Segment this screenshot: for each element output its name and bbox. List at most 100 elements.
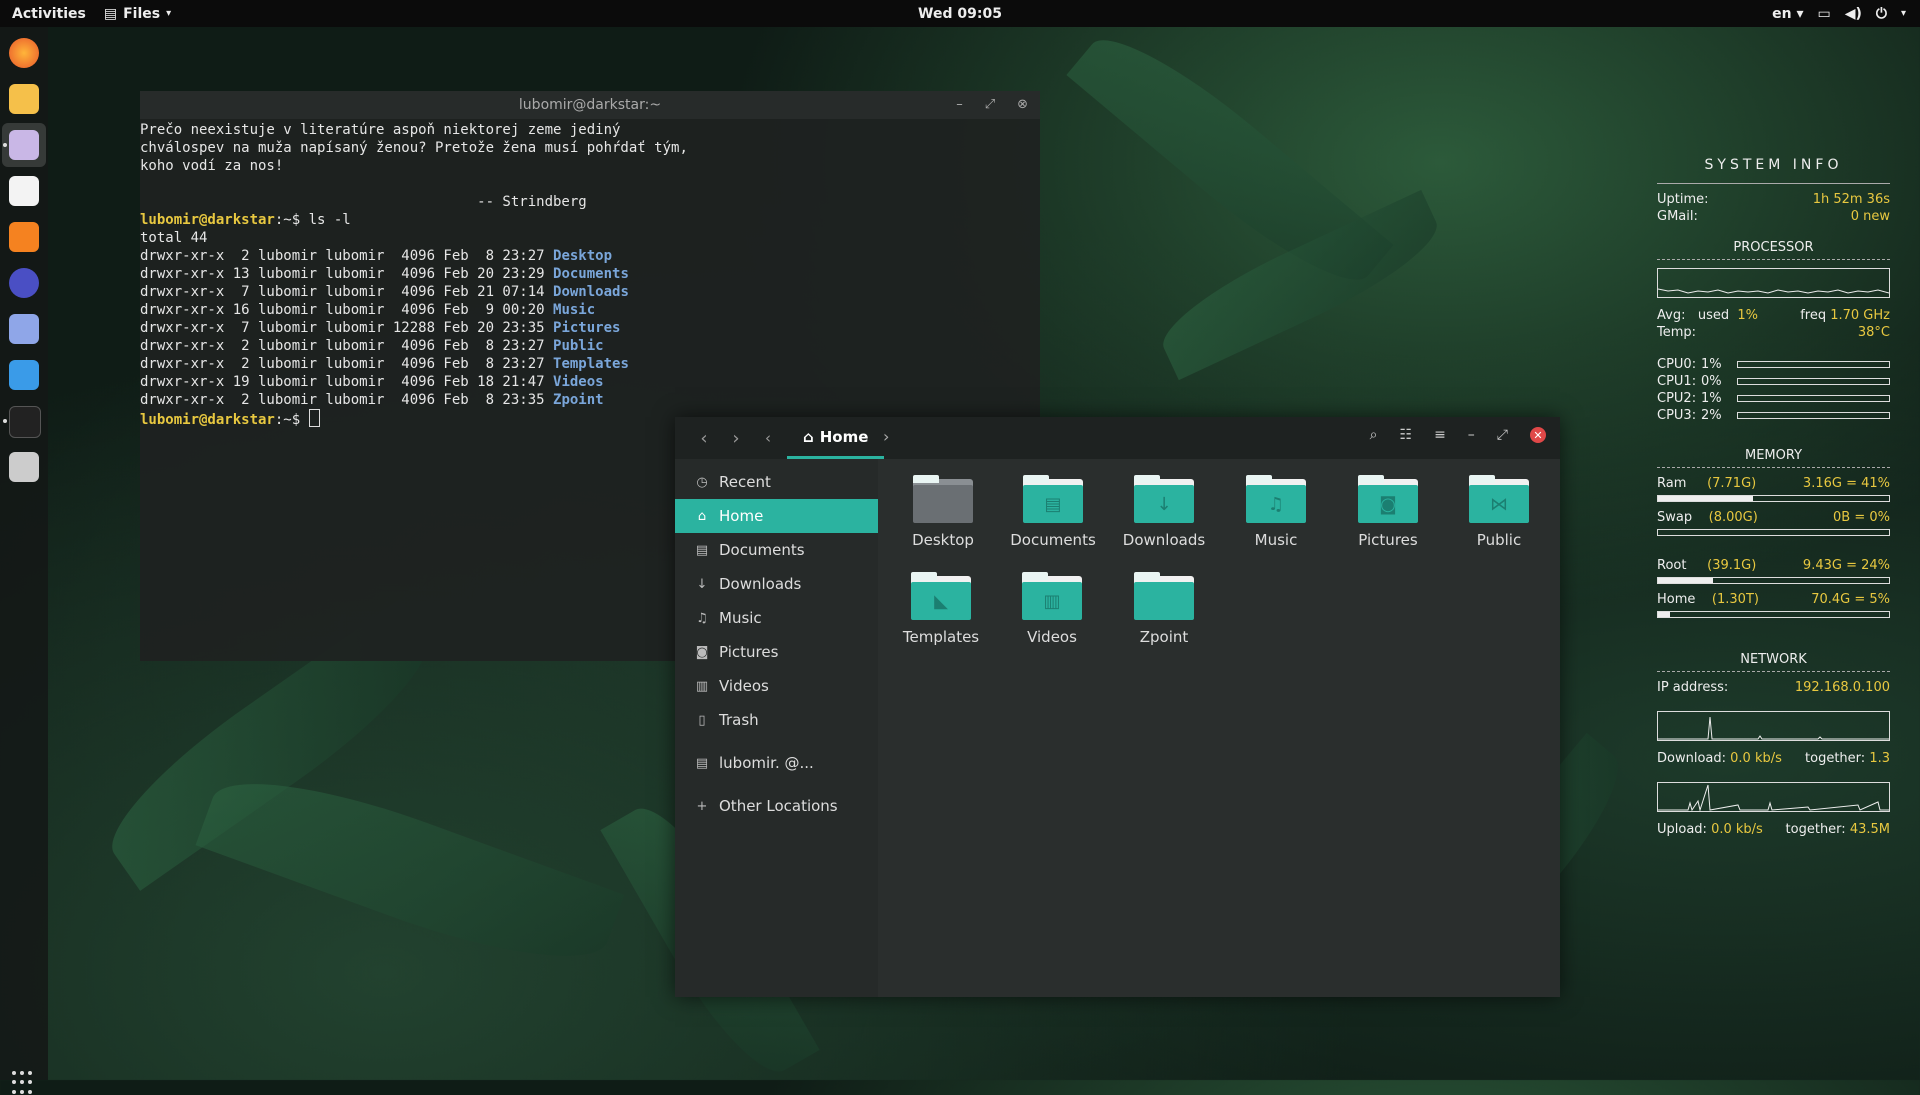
search-icon[interactable]: ⌕ xyxy=(1370,427,1378,443)
root-total: (39.1G) xyxy=(1707,558,1757,573)
files-headerbar[interactable]: ‹ › ‹ ⌂ Home › ⌕ ☷ ≡ – ⤢ ✕ xyxy=(675,417,1560,459)
volume-icon[interactable]: ◀) xyxy=(1845,6,1862,22)
text-editor-icon[interactable] xyxy=(9,314,39,344)
sidebar-item-label: Documents xyxy=(719,541,805,559)
quote-line: koho vodí za nos! xyxy=(140,158,284,174)
disk-utility-icon[interactable] xyxy=(9,452,39,482)
terminal-icon[interactable] xyxy=(9,406,41,438)
cpu-label: CPU1: xyxy=(1657,374,1697,389)
listing-dir: Zpoint xyxy=(553,392,604,408)
folder-label: Zpoint xyxy=(1139,628,1189,646)
folder-zpoint[interactable]: Zpoint xyxy=(1109,572,1219,646)
folder-videos[interactable]: ▥ Videos xyxy=(997,572,1107,646)
back-icon[interactable]: ‹ xyxy=(691,428,717,449)
list-view-icon[interactable]: ☷ xyxy=(1400,427,1413,443)
path-left-icon[interactable]: ‹ xyxy=(755,429,781,447)
download-together-value: 1.3 xyxy=(1869,751,1890,766)
language-indicator[interactable]: en ▾ xyxy=(1772,6,1803,22)
listing-meta: drwxr-xr-x 2 lubomir lubomir 4096 Feb 8 … xyxy=(140,392,554,408)
swap-row: Swap (8.00G) 0B = 0% xyxy=(1657,510,1890,527)
download-row: Download: 0.0 kb/s together: 1.3 xyxy=(1657,751,1890,768)
folder-templates[interactable]: ◣ Templates xyxy=(886,572,996,646)
listing-dir: Music xyxy=(553,302,596,318)
avg-label: Avg: xyxy=(1657,308,1686,323)
folder-icon: ◙ xyxy=(1358,475,1418,523)
terminal-titlebar[interactable]: lubomir@darkstar:~ – ⤢ ⊗ xyxy=(140,91,1040,119)
cpu-pct: 1% xyxy=(1701,357,1722,372)
cpu-bar xyxy=(1737,412,1890,419)
upload-together-label: together: xyxy=(1785,822,1846,837)
folder-icon: ♫ xyxy=(1246,475,1306,523)
folder-public[interactable]: ⋈ Public xyxy=(1444,475,1554,549)
video-player-icon[interactable] xyxy=(9,222,39,252)
sidebar-item-home[interactable]: ⌂ Home xyxy=(675,499,878,533)
swap-label: Swap xyxy=(1657,510,1693,525)
minimize-icon[interactable]: – xyxy=(1468,427,1475,443)
upload-value: 0.0 kb/s xyxy=(1711,822,1763,837)
gmail-row: GMail: 0 new xyxy=(1657,209,1890,226)
folder-pictures[interactable]: ◙ Pictures xyxy=(1333,475,1443,549)
maximize-icon[interactable]: ⤢ xyxy=(1497,427,1508,443)
files-window[interactable]: ‹ › ‹ ⌂ Home › ⌕ ☷ ≡ – ⤢ ✕ ◷ Recent ⌂ Home… xyxy=(675,417,1560,997)
listing-dir: Desktop xyxy=(553,248,613,264)
language-label: en xyxy=(1772,5,1792,22)
sidebar-item-other-locations[interactable]: + Other Locations xyxy=(675,789,878,823)
sidebar-item-network-drive[interactable]: ▤ lubomir. @... xyxy=(675,746,878,780)
home-bar xyxy=(1657,611,1890,618)
home-icon: ⌂ xyxy=(697,508,707,524)
folder-downloads[interactable]: ↓ Downloads xyxy=(1109,475,1219,549)
folder-desktop[interactable]: Desktop xyxy=(888,475,998,549)
close-icon[interactable]: ⊗ xyxy=(1017,97,1028,112)
sidebar-item-label: Home xyxy=(719,507,764,525)
folder-label: Templates xyxy=(902,628,980,646)
cpu-label: CPU2: xyxy=(1657,391,1697,406)
home-label: Home xyxy=(1657,592,1696,607)
root-bar-fill xyxy=(1658,578,1714,583)
folder-documents[interactable]: ▤ Documents xyxy=(998,475,1108,549)
cpu2-row: CPU2: 1% xyxy=(1657,390,1890,407)
breadcrumb-home[interactable]: ⌂ Home xyxy=(787,417,885,459)
minimize-icon[interactable]: – xyxy=(956,97,963,112)
sidebar-item-recent[interactable]: ◷ Recent xyxy=(675,465,878,499)
close-icon[interactable]: ✕ xyxy=(1530,427,1546,443)
chevron-down-icon[interactable]: ▾ xyxy=(1901,8,1906,19)
sidebar-item-videos[interactable]: ▥ Videos xyxy=(675,669,878,703)
uptime-row: Uptime: 1h 52m 36s xyxy=(1657,192,1890,209)
ip-row: IP address: 192.168.0.100 xyxy=(1657,680,1890,697)
sidebar-item-music[interactable]: ♫ Music xyxy=(675,601,878,635)
music-player-icon[interactable] xyxy=(9,176,39,206)
home-total: (1.30T) xyxy=(1711,592,1759,607)
firefox-icon[interactable] xyxy=(9,38,39,68)
path-right-icon[interactable]: › xyxy=(883,427,889,446)
network-title: NETWORK xyxy=(1740,652,1807,667)
folder-icon xyxy=(1134,572,1194,620)
files-app-icon: ▤ xyxy=(103,5,118,22)
app-menu[interactable]: ▤ Files ▾ xyxy=(104,6,171,22)
show-applications-icon[interactable] xyxy=(12,1071,36,1095)
folder-icon: ⋈ xyxy=(1469,475,1529,523)
folder-label: Documents xyxy=(1010,531,1096,549)
trash-icon: ▯ xyxy=(698,712,706,728)
sidebar-item-downloads[interactable]: ↓ Downloads xyxy=(675,567,878,601)
screen-icon[interactable]: ▭ xyxy=(1817,6,1830,22)
download-manager-icon[interactable] xyxy=(9,360,39,390)
forward-icon[interactable]: › xyxy=(723,428,749,449)
sidebar-item-pictures[interactable]: ◙ Pictures xyxy=(675,635,878,669)
activities-button[interactable]: Activities xyxy=(12,6,86,22)
sidebar-item-trash[interactable]: ▯ Trash xyxy=(675,703,878,737)
power-icon[interactable]: ⏻ xyxy=(1876,6,1887,22)
maximize-icon[interactable]: ⤢ xyxy=(985,97,995,112)
upload-label: Upload: xyxy=(1657,822,1707,837)
download-value: 0.0 kb/s xyxy=(1730,751,1782,766)
mail-icon[interactable] xyxy=(9,84,39,114)
menu-icon[interactable]: ≡ xyxy=(1434,427,1446,443)
folder-icon: ▤ xyxy=(1023,475,1083,523)
sidebar-item-documents[interactable]: ▤ Documents xyxy=(675,533,878,567)
folder-music[interactable]: ♫ Music xyxy=(1221,475,1331,549)
terminal-output[interactable]: Prečo neexistuje v literatúre aspoň niek… xyxy=(140,119,1040,431)
files-icon[interactable] xyxy=(9,130,39,160)
uptime-label: Uptime: xyxy=(1657,192,1709,207)
top-bar: Activities ▤ Files ▾ Wed 09:05 en ▾ ▭ ◀)… xyxy=(0,0,1920,27)
media-icon[interactable] xyxy=(9,268,39,298)
clock[interactable]: Wed 09:05 xyxy=(918,6,1002,22)
